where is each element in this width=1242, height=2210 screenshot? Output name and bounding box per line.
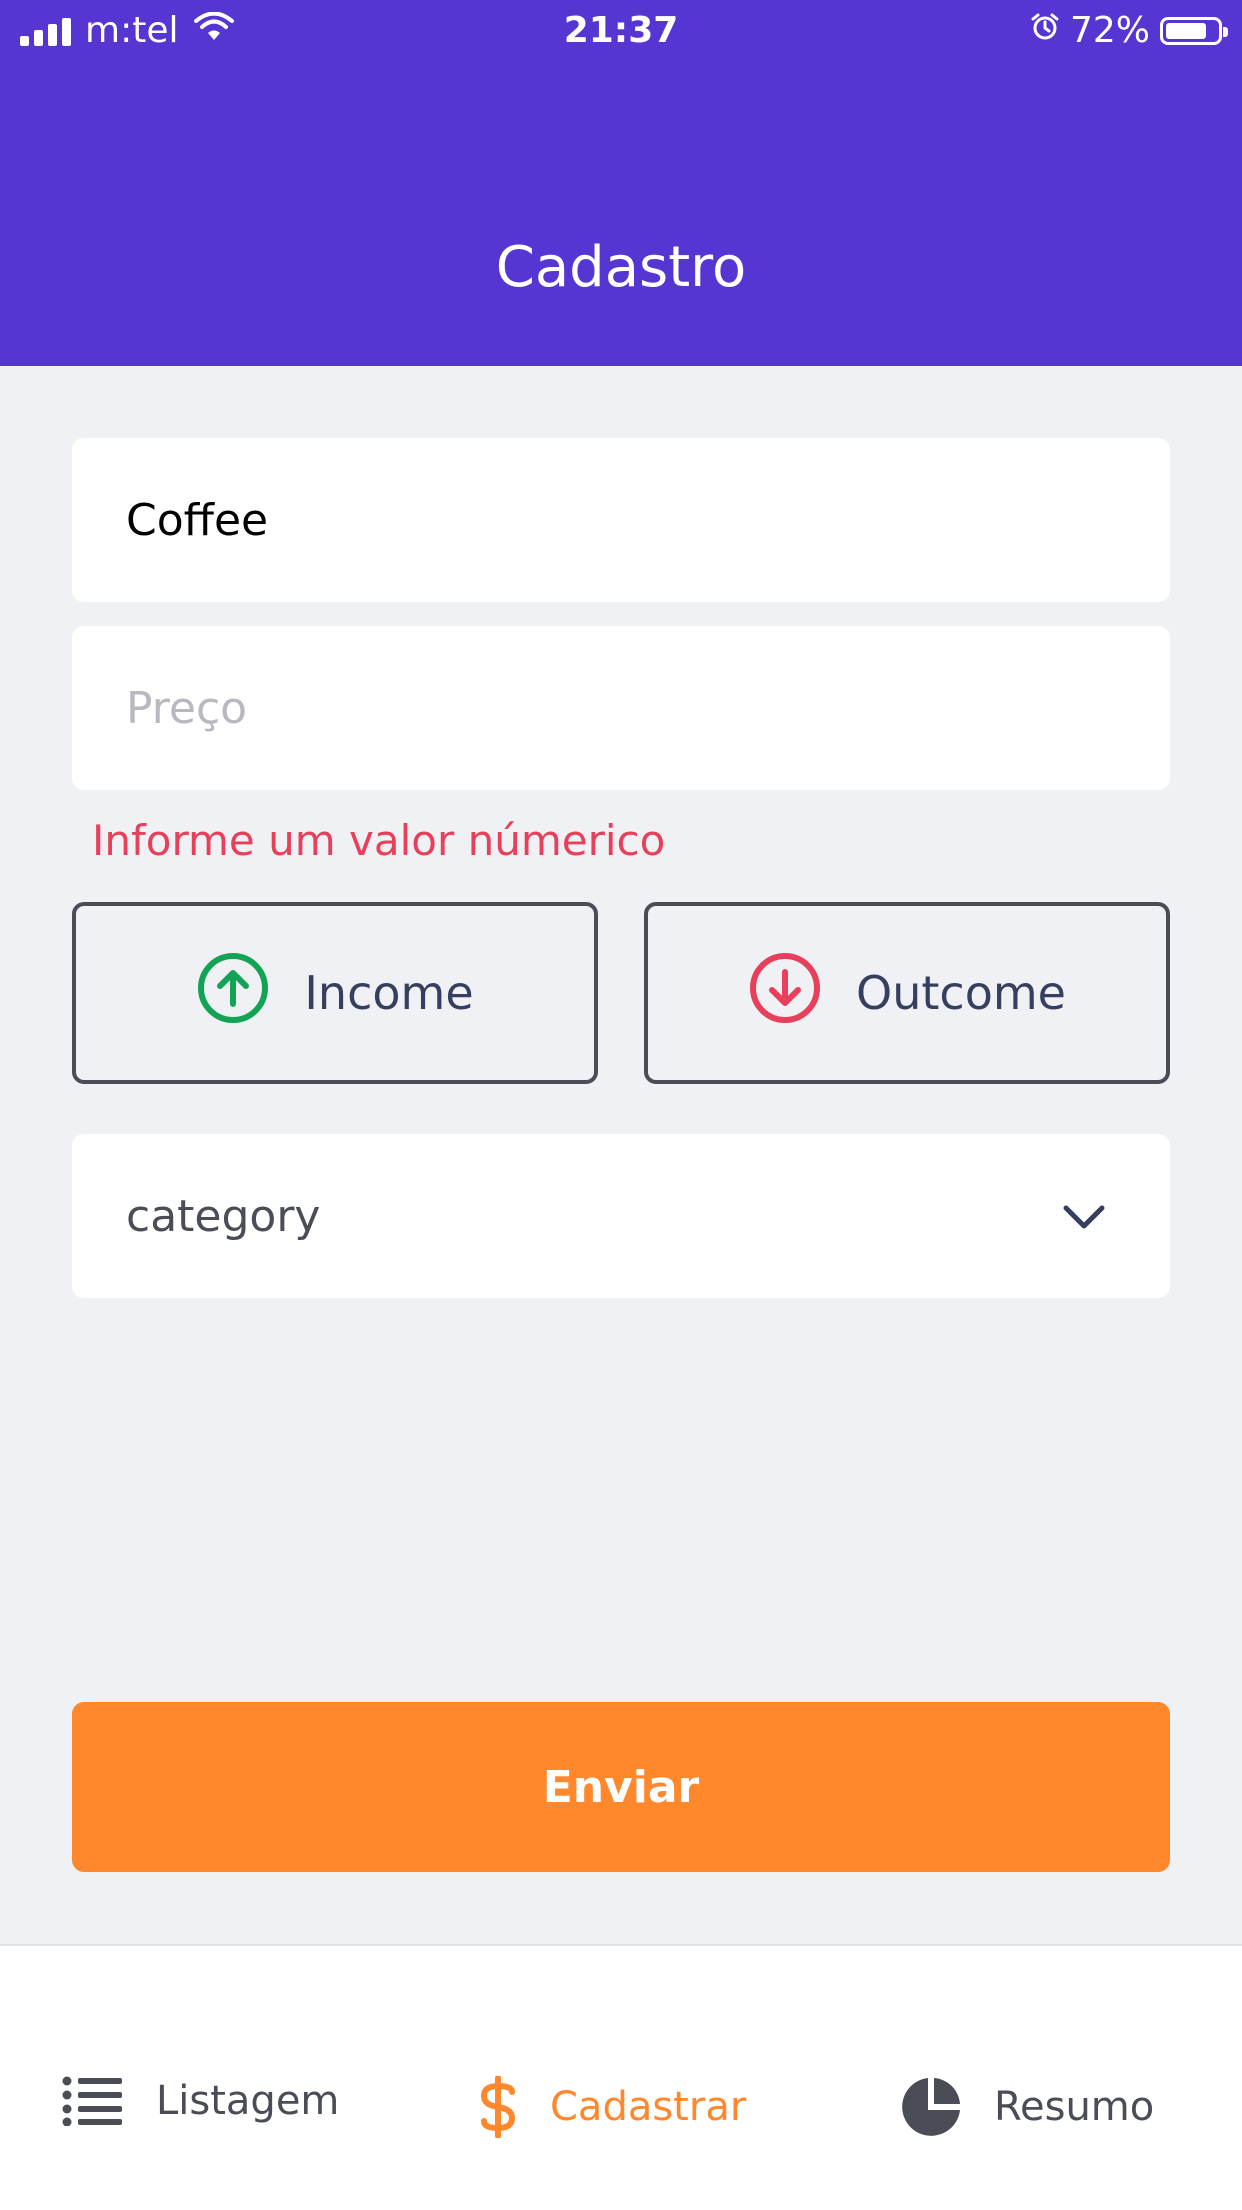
status-bar: m:tel 21:37 72%: [0, 0, 1242, 62]
chevron-down-icon: [1062, 1191, 1106, 1242]
tab-resumo[interactable]: Resumo: [900, 2076, 1154, 2138]
tab-listagem-label: Listagem: [156, 2078, 340, 2124]
status-right: 72%: [1030, 10, 1228, 51]
income-button[interactable]: Income: [72, 902, 598, 1084]
category-select-label: category: [126, 1190, 321, 1242]
battery-icon: [1160, 16, 1228, 45]
price-input-placeholder: Preço: [126, 682, 248, 734]
price-error-message: Informe um valor númerico: [92, 816, 666, 865]
list-icon: [62, 2076, 124, 2126]
tab-bar: Listagem Cadastrar Resumo: [0, 1944, 1242, 2210]
outcome-button[interactable]: Outcome: [644, 902, 1170, 1084]
tab-cadastrar[interactable]: Cadastrar: [478, 2076, 746, 2138]
outcome-label: Outcome: [856, 966, 1066, 1020]
alarm-icon: [1030, 10, 1060, 51]
arrow-up-circle-icon: [196, 951, 270, 1036]
submit-button[interactable]: Enviar: [72, 1702, 1170, 1872]
header: m:tel 21:37 72% Cadastro: [0, 0, 1242, 366]
page-title: Cadastro: [495, 235, 747, 300]
name-input-value: Coffee: [126, 494, 269, 546]
income-label: Income: [304, 966, 474, 1020]
name-input[interactable]: Coffee: [72, 438, 1170, 602]
price-input[interactable]: Preço: [72, 626, 1170, 790]
battery-percent: 72%: [1069, 10, 1150, 51]
pie-chart-icon: [900, 2076, 962, 2138]
tab-cadastrar-label: Cadastrar: [550, 2084, 747, 2130]
arrow-down-circle-icon: [748, 951, 822, 1036]
dollar-icon: [478, 2076, 518, 2138]
category-select[interactable]: category: [72, 1134, 1170, 1298]
tab-listagem[interactable]: Listagem: [62, 2076, 339, 2126]
tab-resumo-label: Resumo: [994, 2084, 1155, 2130]
